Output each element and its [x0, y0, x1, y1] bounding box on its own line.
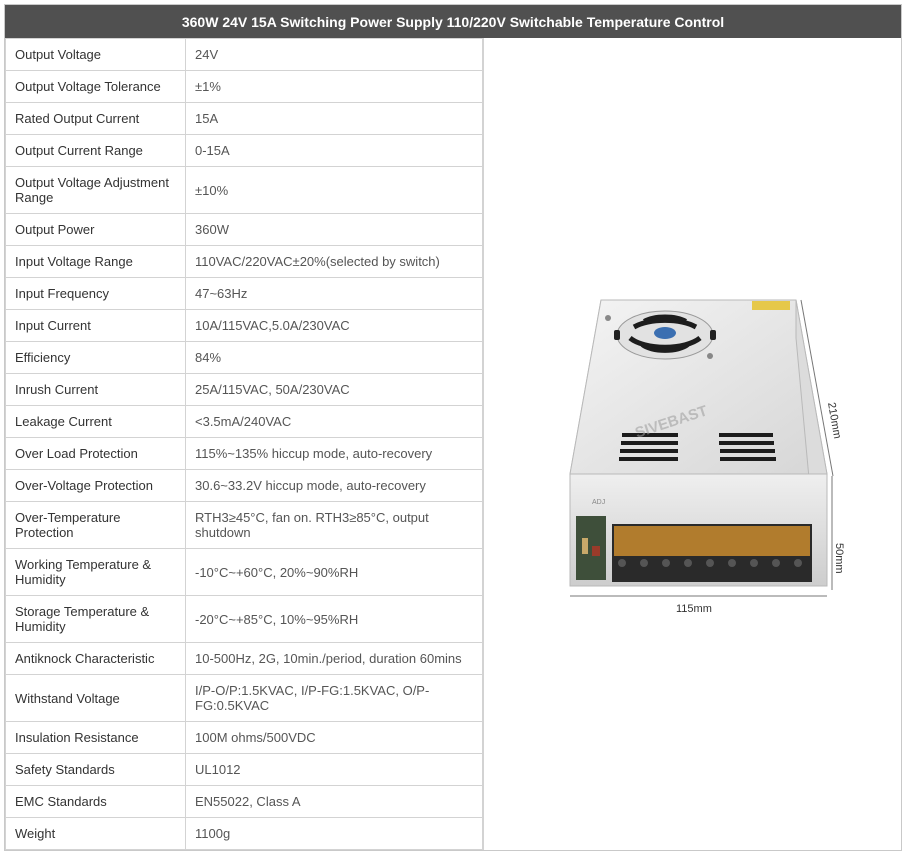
spec-value: -20°C~+85°C, 10%~95%RH: [185, 595, 483, 643]
table-row: Leakage Current <3.5mA/240VAC: [5, 405, 483, 438]
spec-label: Output Power: [5, 213, 186, 246]
spec-value: RTH3≥45°C, fan on. RTH3≥85°C, output shu…: [185, 501, 483, 549]
spec-value: 10-500Hz, 2G, 10min./period, duration 60…: [185, 642, 483, 675]
table-row: Over-Voltage Protection 30.6~33.2V hiccup…: [5, 469, 483, 502]
page-title: 360W 24V 15A Switching Power Supply 110/…: [5, 5, 901, 38]
spec-value: UL1012: [185, 753, 483, 786]
table-row: Output Voltage 24V: [5, 38, 483, 71]
table-row: Safety Standards UL1012: [5, 753, 483, 786]
power-supply-illustration: SIVEBAST ADJ 210mm 50mm 115mm: [569, 299, 845, 615]
spec-label: Output Voltage Tolerance: [5, 70, 186, 103]
spec-value: 30.6~33.2V hiccup mode, auto-recovery: [185, 469, 483, 502]
spec-value: 47~63Hz: [185, 277, 483, 310]
spec-label: Withstand Voltage: [5, 674, 186, 722]
adj-label: ADJ: [592, 499, 605, 506]
spec-value: -10°C~+60°C, 20%~90%RH: [185, 548, 483, 596]
spec-value: <3.5mA/240VAC: [185, 405, 483, 438]
table-row: Efficiency 84%: [5, 341, 483, 374]
table-row: Working Temperature & Humidity -10°C~+60°…: [5, 548, 483, 596]
spec-label: Input Current: [5, 309, 186, 342]
table-row: Rated Output Current 15A: [5, 102, 483, 135]
dimension-height-label: 50mm: [833, 543, 845, 574]
spec-value: 360W: [185, 213, 483, 246]
spec-label: Output Current Range: [5, 134, 186, 167]
table-row: Insulation Resistance 100M ohms/500VDC: [5, 721, 483, 754]
table-row: Input Frequency 47~63Hz: [5, 277, 483, 310]
spec-label: Inrush Current: [5, 373, 186, 406]
terminal-block: [612, 524, 812, 582]
product-image-panel: SIVEBAST ADJ 210mm 50mm 115mm: [483, 38, 902, 850]
dimension-length-label: 210mm: [825, 401, 843, 439]
table-row: EMC Standards EN55022, Class A: [5, 785, 483, 818]
spec-label: Rated Output Current: [5, 102, 186, 135]
spec-table: Output Voltage 24V Output Voltage Toleran…: [5, 38, 483, 850]
dimension-width-label: 115mm: [676, 603, 712, 615]
spec-label: Output Voltage Adjustment Range: [5, 166, 186, 214]
product-spec-card: 360W 24V 15A Switching Power Supply 110/…: [4, 4, 902, 851]
table-row: Output Voltage Tolerance ±1%: [5, 70, 483, 103]
spec-label: EMC Standards: [5, 785, 186, 818]
table-row: Input Current 10A/115VAC,5.0A/230VAC: [5, 309, 483, 342]
spec-label: Leakage Current: [5, 405, 186, 438]
table-row: Output Voltage Adjustment Range ±10%: [5, 166, 483, 214]
spec-label: Antiknock Characteristic: [5, 642, 186, 675]
spec-label: Efficiency: [5, 341, 186, 374]
table-row: Output Power 360W: [5, 213, 483, 246]
spec-value: ±1%: [185, 70, 483, 103]
pcb-board: [576, 516, 606, 580]
spec-value: 115%~135% hiccup mode, auto-recovery: [185, 437, 483, 470]
spec-value: 100M ohms/500VDC: [185, 721, 483, 754]
warning-label: [752, 301, 790, 310]
table-row: Input Voltage Range 110VAC/220VAC±20%(sel…: [5, 245, 483, 278]
spec-value: 110VAC/220VAC±20%(selected by switch): [185, 245, 483, 278]
spec-label: Input Frequency: [5, 277, 186, 310]
spec-value: 1100g: [185, 817, 483, 850]
table-row: Over-Temperature Protection RTH3≥45°C, fa…: [5, 501, 483, 549]
spec-value: 84%: [185, 341, 483, 374]
spec-label: Safety Standards: [5, 753, 186, 786]
spec-value: 24V: [185, 38, 483, 71]
spec-label: Output Voltage: [5, 38, 186, 71]
spec-label: Working Temperature & Humidity: [5, 548, 186, 596]
spec-label: Insulation Resistance: [5, 721, 186, 754]
spec-value: 0-15A: [185, 134, 483, 167]
spec-label: Over Load Protection: [5, 437, 186, 470]
table-row: Antiknock Characteristic 10-500Hz, 2G, 10…: [5, 642, 483, 675]
spec-label: Input Voltage Range: [5, 245, 186, 278]
table-row: Inrush Current 25A/115VAC, 50A/230VAC: [5, 373, 483, 406]
spec-value: 15A: [185, 102, 483, 135]
spec-value: EN55022, Class A: [185, 785, 483, 818]
spec-value: 10A/115VAC,5.0A/230VAC: [185, 309, 483, 342]
table-row: Storage Temperature & Humidity -20°C~+85°…: [5, 595, 483, 643]
table-row: Output Current Range 0-15A: [5, 134, 483, 167]
spec-label: Over-Voltage Protection: [5, 469, 186, 502]
spec-value: I/P-O/P:1.5KVAC, I/P-FG:1.5KVAC, O/P-FG:…: [185, 674, 483, 722]
spec-label: Storage Temperature & Humidity: [5, 595, 186, 643]
spec-label: Weight: [5, 817, 186, 850]
table-row: Withstand Voltage I/P-O/P:1.5KVAC, I/P-FG…: [5, 674, 483, 722]
spec-value: 25A/115VAC, 50A/230VAC: [185, 373, 483, 406]
spec-label: Over-Temperature Protection: [5, 501, 186, 549]
table-row: Over Load Protection 115%~135% hiccup mod…: [5, 437, 483, 470]
spec-value: ±10%: [185, 166, 483, 214]
table-row: Weight 1100g: [5, 817, 483, 850]
